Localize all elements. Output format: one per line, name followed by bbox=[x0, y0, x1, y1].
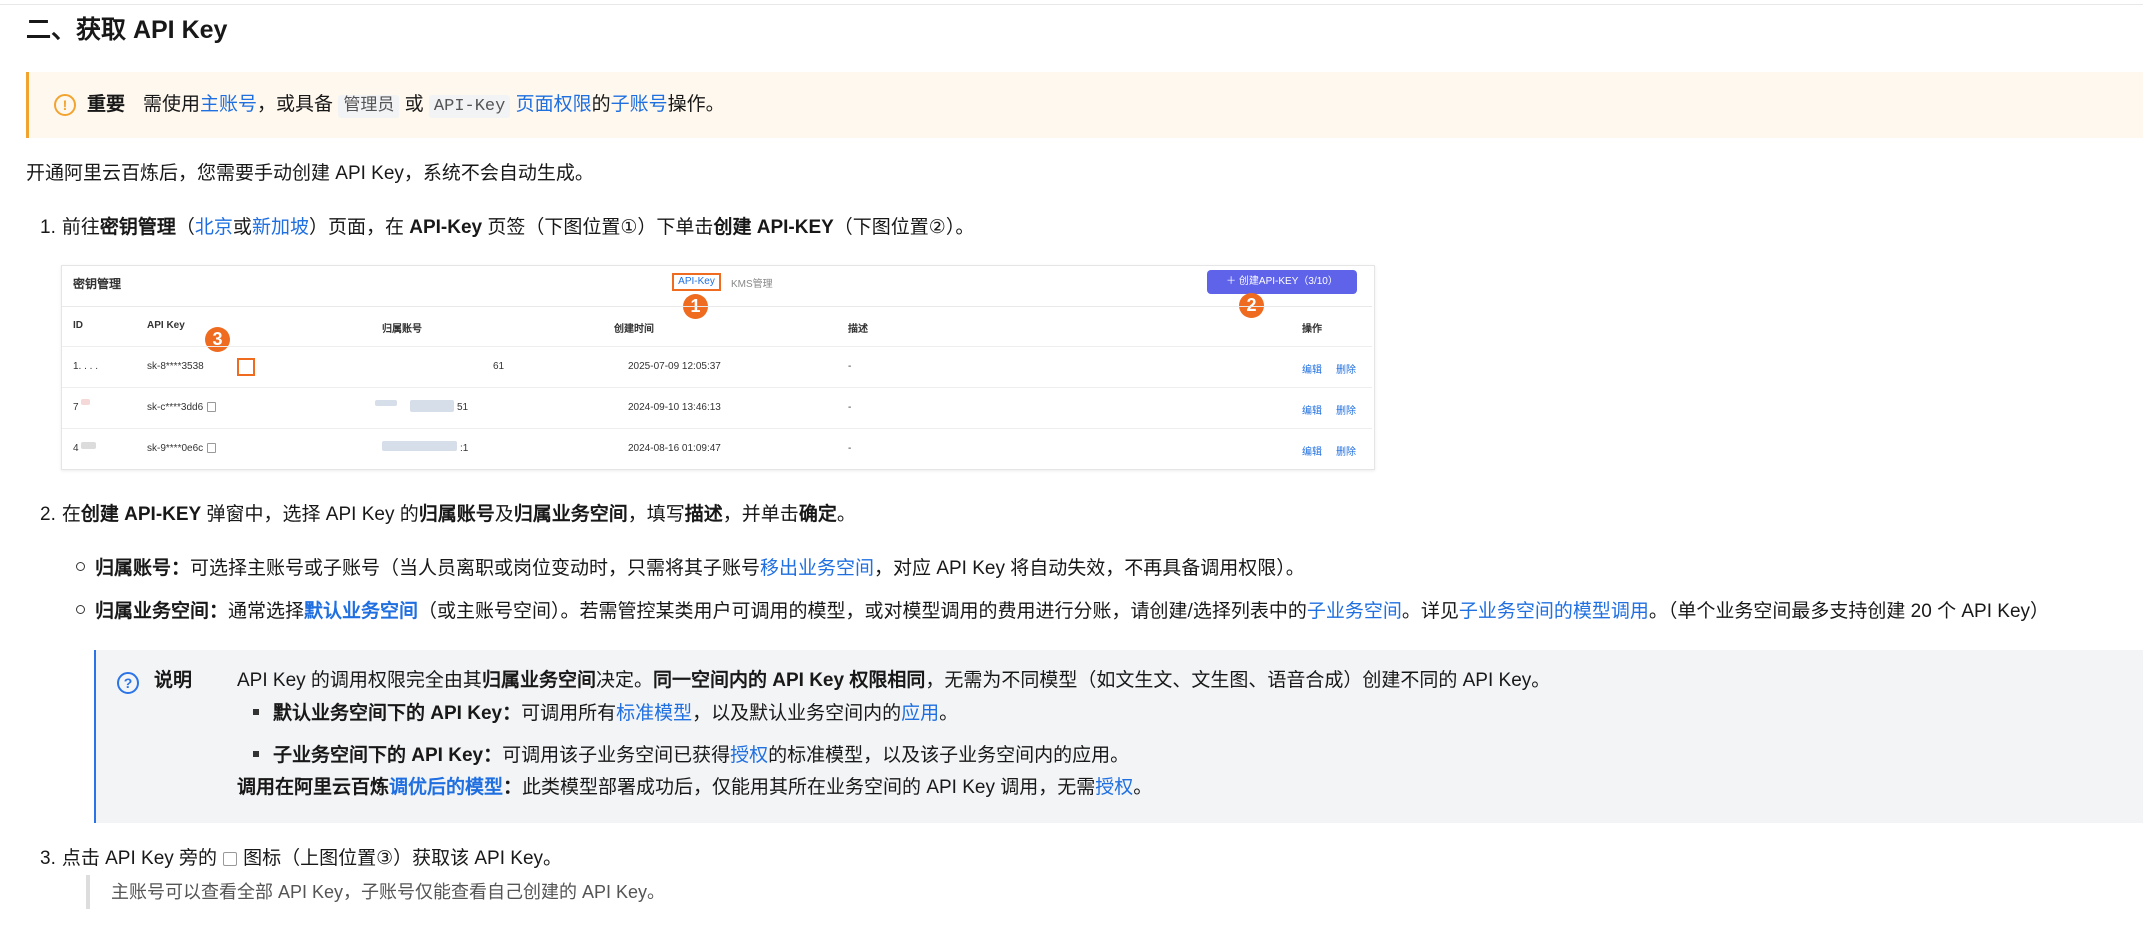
beijing-link[interactable]: 北京 bbox=[195, 217, 233, 238]
note-line-2: 默认业务空间下的 API Key：可调用所有标准模型，以及默认业务空间内的应用。 bbox=[253, 701, 958, 727]
sub-workspace-model-call-link[interactable]: 子业务空间的模型调用 bbox=[1459, 601, 1649, 622]
top-divider bbox=[0, 0, 2143, 5]
edit-link: 编辑 bbox=[1302, 365, 1322, 376]
step-1: 1. 前往密钥管理（北京或新加坡）页面，在 API-Key 页签（下图位置①）下单… bbox=[40, 217, 975, 238]
table-row-id: 1. . . . bbox=[73, 361, 99, 372]
note-line-3: 子业务空间下的 API Key：可调用该子业务空间已获得授权的标准模型，以及该子… bbox=[253, 743, 1129, 769]
table-row-desc: - bbox=[848, 361, 852, 372]
note-label: 说明 bbox=[154, 670, 193, 691]
delete-link: 删除 bbox=[1336, 365, 1356, 376]
application-link[interactable]: 应用 bbox=[901, 703, 939, 724]
col-header-key: API Key bbox=[147, 320, 185, 331]
default-workspace-link[interactable]: 默认业务空间 bbox=[304, 601, 418, 622]
col-header-desc: 描述 bbox=[848, 324, 868, 335]
note-line-1: API Key 的调用权限完全由其归属业务空间决定。同一空间内的 API Key… bbox=[237, 670, 1551, 691]
bullet-account: 归属账号：可选择主账号或子账号（当人员离职或岗位变动时，只需将其子账号移出业务空… bbox=[76, 555, 1305, 583]
step-3: 3. 点击 API Key 旁的 图标（上图位置③）获取该 API Key。 bbox=[40, 848, 563, 869]
col-header-id: ID bbox=[73, 320, 83, 331]
col-header-created: 创建时间 bbox=[614, 324, 654, 335]
table-row-desc: - bbox=[848, 402, 852, 413]
table-row-key: sk-c****3dd6 bbox=[147, 402, 217, 413]
table-row-id: 7 bbox=[73, 402, 79, 413]
col-header-account: 归属账号 bbox=[382, 324, 422, 335]
delete-link: 删除 bbox=[1336, 447, 1356, 458]
tuned-model-link[interactable]: 调优后的模型 bbox=[389, 777, 503, 798]
important-notice: ! 重要 需使用主账号，或具备 管理员 或 API-Key 页面权限的子账号操作。 bbox=[26, 72, 2143, 138]
authorize-link-2[interactable]: 授权 bbox=[1095, 777, 1133, 798]
page-permission-link[interactable]: 页面权限 bbox=[516, 94, 592, 115]
edit-link: 编辑 bbox=[1302, 447, 1322, 458]
standard-model-link[interactable]: 标准模型 bbox=[616, 703, 692, 724]
api-key-code: API-Key bbox=[428, 95, 511, 118]
note-line-4: 调用在阿里云百炼调优后的模型：此类模型部署成功后，仅能用其所在业务空间的 API… bbox=[237, 777, 1153, 798]
note-box: ? 说明 API Key 的调用权限完全由其归属业务空间决定。同一空间内的 AP… bbox=[94, 650, 2143, 823]
table-row-created: 2025-07-09 12:05:37 bbox=[628, 361, 721, 372]
step-3-note: 主账号可以查看全部 API Key，子账号仅能查看自己创建的 API Key。 bbox=[86, 875, 665, 909]
table-row-id: 4 bbox=[73, 443, 79, 454]
question-icon: ? bbox=[117, 672, 139, 694]
warning-icon: ! bbox=[54, 94, 76, 116]
main-account-link[interactable]: 主账号 bbox=[200, 94, 257, 115]
singapore-link[interactable]: 新加坡 bbox=[252, 217, 309, 238]
bullet-workspace: 归属业务空间：通常选择默认业务空间（或主账号空间）。若需管控某类用户可调用的模型… bbox=[76, 598, 2049, 626]
sub-account-link[interactable]: 子账号 bbox=[611, 94, 668, 115]
marker-3: 3 bbox=[205, 327, 230, 352]
sub-workspace-link[interactable]: 子业务空间 bbox=[1307, 601, 1402, 622]
edit-link: 编辑 bbox=[1302, 406, 1322, 417]
table-row-created: 2024-09-10 13:46:13 bbox=[628, 402, 721, 413]
step-2: 2. 在创建 API-KEY 弹窗中，选择 API Key 的归属账号及归属业务空… bbox=[40, 504, 856, 525]
authorize-link[interactable]: 授权 bbox=[730, 745, 768, 766]
copy-icon bbox=[223, 851, 238, 866]
col-header-actions: 操作 bbox=[1302, 324, 1322, 335]
remove-from-workspace-link[interactable]: 移出业务空间 bbox=[760, 558, 874, 579]
tab-kms: KMS管理 bbox=[731, 279, 773, 290]
delete-link: 删除 bbox=[1336, 406, 1356, 417]
copy-icon bbox=[237, 358, 255, 376]
table-row-account: 61 bbox=[493, 361, 505, 372]
section-title: 二、获取 API Key bbox=[26, 16, 228, 44]
copy-icon bbox=[207, 443, 217, 454]
tab-api-key: API-Key bbox=[672, 273, 721, 291]
create-api-key-button: ＋ 创建API-KEY（3/10） bbox=[1207, 270, 1357, 294]
table-row-key: sk-8****3538 bbox=[147, 361, 204, 372]
admin-code: 管理员 bbox=[338, 95, 400, 118]
screenshot-title: 密钥管理 bbox=[73, 277, 122, 291]
table-row-account: 51 bbox=[457, 402, 469, 413]
notice-label: 重要 bbox=[87, 94, 126, 115]
table-row-desc: - bbox=[848, 443, 852, 454]
table-row-account: :1 bbox=[460, 443, 469, 454]
key-management-screenshot: 密钥管理 API-Key KMS管理 1 ＋ 创建API-KEY（3/10） 2… bbox=[61, 265, 1375, 470]
intro-paragraph: 开通阿里云百炼后，您需要手动创建 API Key，系统不会自动生成。 bbox=[26, 163, 594, 184]
copy-icon bbox=[207, 402, 217, 413]
table-row-created: 2024-08-16 01:09:47 bbox=[628, 443, 721, 454]
table-row-key: sk-9****0e6c bbox=[147, 443, 217, 454]
